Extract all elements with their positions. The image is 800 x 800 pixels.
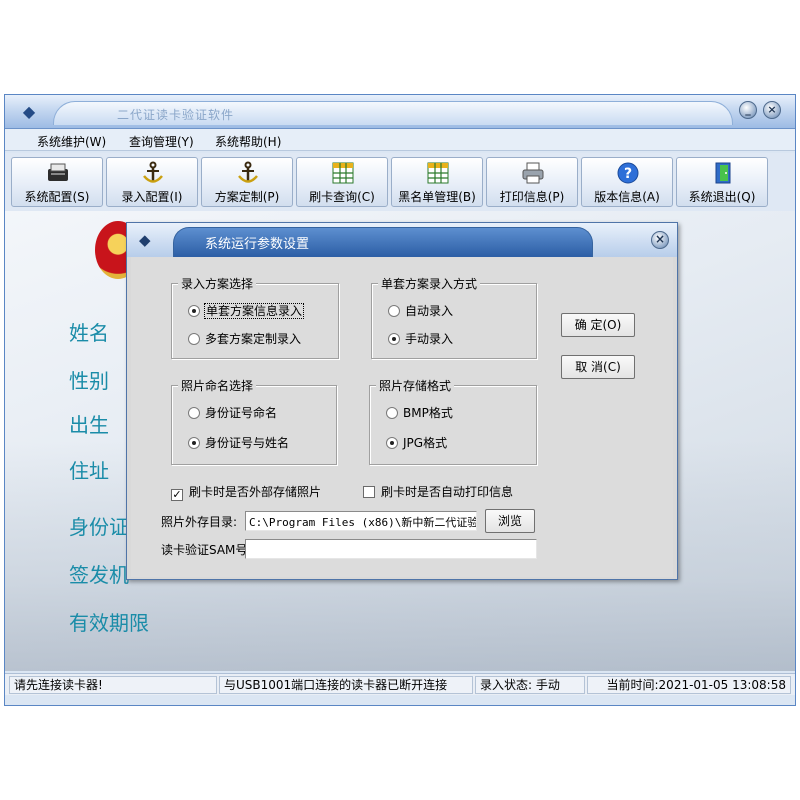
blacklist-button[interactable]: 黑名单管理(B) (391, 157, 483, 207)
toolbar-label: 系统配置(S) (24, 190, 90, 204)
entry-scheme-single-radio[interactable]: 单套方案信息录入 (188, 302, 305, 319)
checkbox-label: 刷卡时是否自动打印信息 (381, 485, 514, 499)
radio-indicator (388, 333, 400, 345)
photo-naming-group: 照片命名选择 身份证号命名 身份证号与姓名 (171, 377, 337, 465)
toolbar-label: 版本信息(A) (594, 190, 660, 204)
dialog-close-button[interactable]: × (651, 231, 669, 249)
radio-label: 身份证号与姓名 (205, 436, 290, 450)
radio-label: 自动录入 (405, 304, 454, 318)
entry-scheme-group: 录入方案选择 单套方案信息录入 多套方案定制录入 (171, 275, 339, 359)
radio-indicator (388, 305, 400, 317)
sam-input[interactable] (245, 539, 537, 559)
dialog-body: 录入方案选择 单套方案信息录入 多套方案定制录入 单套方案录入方式 自动录入 手… (131, 257, 673, 577)
toolbar-label: 刷卡查询(C) (309, 190, 375, 204)
toolbar-label: 系统退出(Q) (688, 190, 756, 204)
menu-bar: 系统维护(W) 查询管理(Y) 系统帮助(H) (5, 129, 795, 151)
radio-indicator (188, 333, 200, 345)
radio-label: 手动录入 (405, 332, 454, 346)
radio-label: BMP格式 (403, 406, 453, 420)
menu-help[interactable]: 系统帮助(H) (211, 132, 285, 151)
checkbox-label: 刷卡时是否外部存储照片 (189, 485, 322, 499)
browse-button[interactable]: 浏览 (485, 509, 535, 533)
printer-icon (522, 162, 544, 184)
status-input-state: 录入状态: 手动 (475, 676, 585, 694)
single-mode-group: 单套方案录入方式 自动录入 手动录入 (371, 275, 537, 359)
table-icon (427, 162, 449, 184)
status-port: 与USB1001端口连接的读卡器已断开连接 (219, 676, 473, 694)
dialog-app-icon: ◆ (139, 231, 151, 249)
entry-config-button[interactable]: 录入配置(I) (106, 157, 198, 207)
bmp-format-radio[interactable]: BMP格式 (386, 404, 453, 421)
dialog-title-bar: ◆ 系统运行参数设置 × (127, 223, 677, 257)
name-by-id-and-name-radio[interactable]: 身份证号与姓名 (188, 434, 289, 451)
app-icon: ◆ (22, 102, 36, 121)
settings-dialog: ◆ 系统运行参数设置 × 录入方案选择 单套方案信息录入 多套方案定制录入 单套… (126, 222, 678, 580)
radio-indicator (188, 437, 200, 449)
menu-system[interactable]: 系统维护(W) (33, 132, 110, 151)
field-id-label: 身份证 (69, 515, 129, 539)
table-icon (332, 162, 354, 184)
ok-button[interactable]: 确 定(O) (561, 313, 635, 337)
minimize-button[interactable]: _ (739, 101, 757, 119)
manual-entry-radio[interactable]: 手动录入 (388, 330, 453, 347)
group-title: 录入方案选择 (178, 275, 257, 292)
name-by-id-radio[interactable]: 身份证号命名 (188, 404, 277, 421)
system-config-button[interactable]: 系统配置(S) (11, 157, 103, 207)
group-title: 照片命名选择 (178, 377, 257, 394)
toolbar-label: 录入配置(I) (121, 190, 183, 204)
anchor-icon (238, 161, 258, 183)
card-reader-icon (48, 163, 68, 181)
close-button[interactable]: × (763, 101, 781, 119)
svg-text:?: ? (624, 166, 632, 182)
radio-indicator (386, 407, 398, 419)
window-title: 二代证读卡验证软件 (117, 108, 235, 122)
status-message: 请先连接读卡器! (9, 676, 217, 694)
field-issuer-label: 签发机 (69, 563, 129, 587)
menu-query[interactable]: 查询管理(Y) (125, 132, 198, 151)
radio-label: JPG格式 (403, 436, 448, 450)
print-info-button[interactable]: 打印信息(P) (486, 157, 578, 207)
status-bar: 请先连接读卡器! 与USB1001端口连接的读卡器已断开连接 录入状态: 手动 … (5, 673, 795, 695)
field-birth-label: 出生 (69, 413, 109, 437)
photo-dir-input[interactable]: C:\Program Files (x86)\新中新二代证验 (245, 511, 477, 531)
toolbar-label: 方案定制(P) (214, 190, 280, 204)
photo-dir-label: 照片外存目录: (161, 515, 238, 529)
field-address-label: 住址 (69, 459, 109, 483)
entry-scheme-multi-radio[interactable]: 多套方案定制录入 (188, 330, 301, 347)
help-icon: ? (617, 162, 639, 184)
anchor-icon (143, 161, 163, 183)
sam-label: 读卡验证SAM号 (161, 543, 248, 557)
radio-indicator (188, 305, 200, 317)
dialog-title: 系统运行参数设置 (205, 237, 310, 252)
checkbox-indicator (363, 486, 375, 498)
toolbar-label: 黑名单管理(B) (398, 190, 476, 204)
group-title: 单套方案录入方式 (378, 275, 481, 292)
radio-indicator (386, 437, 398, 449)
group-title: 照片存储格式 (376, 377, 455, 394)
radio-label: 身份证号命名 (205, 406, 278, 420)
save-photo-checkbox[interactable]: ✓ 刷卡时是否外部存储照片 (171, 483, 321, 501)
title-bar: ◆ 二代证读卡验证软件 _ × (5, 95, 795, 129)
radio-label: 单套方案信息录入 (203, 303, 305, 319)
exit-icon (715, 162, 731, 184)
toolbar-label: 打印信息(P) (499, 190, 565, 204)
jpg-format-radio[interactable]: JPG格式 (386, 434, 447, 451)
field-validity-label: 有效期限 (69, 611, 149, 635)
scheme-custom-button[interactable]: 方案定制(P) (201, 157, 293, 207)
status-time: 当前时间:2021-01-05 13:08:58 (587, 676, 791, 694)
card-query-button[interactable]: 刷卡查询(C) (296, 157, 388, 207)
auto-print-checkbox[interactable]: 刷卡时是否自动打印信息 (363, 483, 513, 500)
version-info-button[interactable]: ? 版本信息(A) (581, 157, 673, 207)
toolbar: 系统配置(S) 录入配置(I) 方案定制(P) 刷卡查询(C) 黑名单管理(B)… (5, 153, 795, 211)
exit-button[interactable]: 系统退出(Q) (676, 157, 768, 207)
radio-label: 多套方案定制录入 (205, 332, 302, 346)
cancel-button[interactable]: 取 消(C) (561, 355, 635, 379)
field-gender-label: 性别 (69, 369, 109, 393)
field-name-label: 姓名 (69, 321, 109, 345)
checkbox-indicator: ✓ (171, 488, 183, 501)
radio-indicator (188, 407, 200, 419)
auto-entry-radio[interactable]: 自动录入 (388, 302, 453, 319)
photo-format-group: 照片存储格式 BMP格式 JPG格式 (369, 377, 537, 465)
